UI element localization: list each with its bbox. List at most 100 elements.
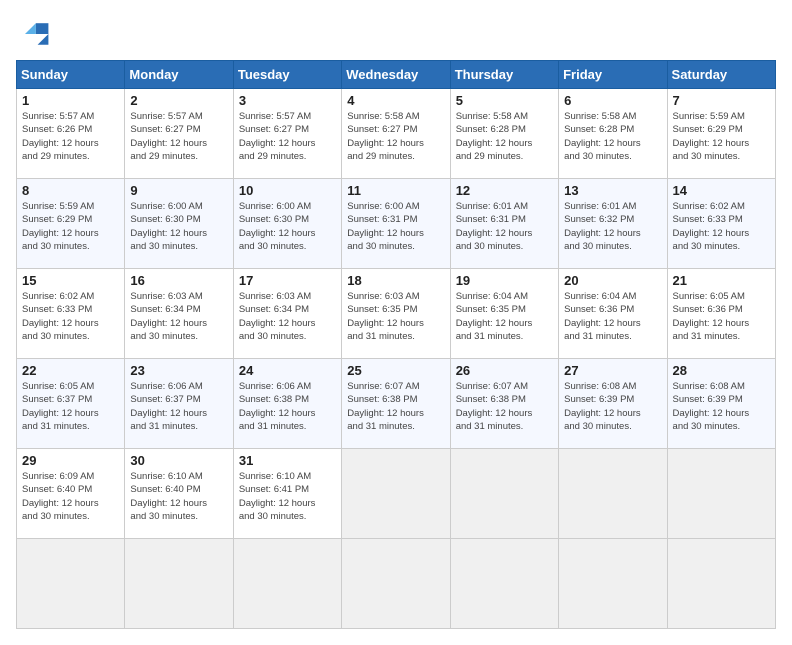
day-cell: 24 Sunrise: 6:06 AM Sunset: 6:38 PM Dayli…	[233, 359, 341, 449]
day-number: 8	[22, 183, 119, 198]
day-cell: 2Sunrise: 5:57 AM Sunset: 6:27 PM Daylig…	[125, 89, 233, 179]
day-info: Sunrise: 6:03 AM Sunset: 6:34 PM Dayligh…	[130, 290, 227, 343]
empty-cell	[450, 449, 558, 539]
day-number: 17	[239, 273, 336, 288]
day-cell: 27 Sunrise: 6:08 AM Sunset: 6:39 PM Dayli…	[559, 359, 667, 449]
day-info: Sunrise: 5:59 AM Sunset: 6:29 PM Dayligh…	[673, 110, 770, 163]
day-info: Sunrise: 5:58 AM Sunset: 6:27 PM Dayligh…	[347, 110, 444, 163]
day-number: 27	[564, 363, 661, 378]
day-number: 29	[22, 453, 119, 468]
day-info: Sunrise: 6:00 AM Sunset: 6:30 PM Dayligh…	[239, 200, 336, 253]
day-number: 9	[130, 183, 227, 198]
day-cell: 8 Sunrise: 5:59 AM Sunset: 6:29 PM Daylig…	[17, 179, 125, 269]
empty-cell	[125, 539, 233, 629]
day-cell: 26 Sunrise: 6:07 AM Sunset: 6:38 PM Dayli…	[450, 359, 558, 449]
day-number: 14	[673, 183, 770, 198]
day-cell: 28 Sunrise: 6:08 AM Sunset: 6:39 PM Dayli…	[667, 359, 775, 449]
day-info: Sunrise: 6:08 AM Sunset: 6:39 PM Dayligh…	[564, 380, 661, 433]
weekday-header-monday: Monday	[125, 61, 233, 89]
day-number: 22	[22, 363, 119, 378]
day-cell: 25 Sunrise: 6:07 AM Sunset: 6:38 PM Dayli…	[342, 359, 450, 449]
empty-cell	[450, 539, 558, 629]
day-number: 21	[673, 273, 770, 288]
logo-icon	[16, 16, 52, 52]
day-cell: 4 Sunrise: 5:58 AM Sunset: 6:27 PM Daylig…	[342, 89, 450, 179]
day-info: Sunrise: 6:00 AM Sunset: 6:30 PM Dayligh…	[130, 200, 227, 253]
day-number: 31	[239, 453, 336, 468]
empty-cell	[559, 449, 667, 539]
day-info: Sunrise: 6:03 AM Sunset: 6:34 PM Dayligh…	[239, 290, 336, 343]
day-number: 16	[130, 273, 227, 288]
weekday-header-tuesday: Tuesday	[233, 61, 341, 89]
empty-cell	[667, 449, 775, 539]
day-info: Sunrise: 6:03 AM Sunset: 6:35 PM Dayligh…	[347, 290, 444, 343]
day-number: 15	[22, 273, 119, 288]
day-info: Sunrise: 6:02 AM Sunset: 6:33 PM Dayligh…	[22, 290, 119, 343]
day-info: Sunrise: 6:07 AM Sunset: 6:38 PM Dayligh…	[456, 380, 553, 433]
day-number: 20	[564, 273, 661, 288]
calendar-week-row: 15 Sunrise: 6:02 AM Sunset: 6:33 PM Dayli…	[17, 269, 776, 359]
empty-cell	[342, 539, 450, 629]
day-cell: 15 Sunrise: 6:02 AM Sunset: 6:33 PM Dayli…	[17, 269, 125, 359]
day-number: 1	[22, 93, 119, 108]
day-cell: 10 Sunrise: 6:00 AM Sunset: 6:30 PM Dayli…	[233, 179, 341, 269]
day-info: Sunrise: 6:04 AM Sunset: 6:35 PM Dayligh…	[456, 290, 553, 343]
day-cell: 31 Sunrise: 6:10 AM Sunset: 6:41 PM Dayli…	[233, 449, 341, 539]
day-number: 6	[564, 93, 661, 108]
day-cell: 14 Sunrise: 6:02 AM Sunset: 6:33 PM Dayli…	[667, 179, 775, 269]
day-number: 13	[564, 183, 661, 198]
day-info: Sunrise: 6:10 AM Sunset: 6:40 PM Dayligh…	[130, 470, 227, 523]
day-cell: 30 Sunrise: 6:10 AM Sunset: 6:40 PM Dayli…	[125, 449, 233, 539]
day-cell: 17 Sunrise: 6:03 AM Sunset: 6:34 PM Dayli…	[233, 269, 341, 359]
day-number: 18	[347, 273, 444, 288]
day-cell: 13 Sunrise: 6:01 AM Sunset: 6:32 PM Dayli…	[559, 179, 667, 269]
day-info: Sunrise: 5:57 AM Sunset: 6:27 PM Dayligh…	[239, 110, 336, 163]
day-info: Sunrise: 6:10 AM Sunset: 6:41 PM Dayligh…	[239, 470, 336, 523]
day-info: Sunrise: 6:02 AM Sunset: 6:33 PM Dayligh…	[673, 200, 770, 253]
day-info: Sunrise: 6:07 AM Sunset: 6:38 PM Dayligh…	[347, 380, 444, 433]
calendar-week-row: 8 Sunrise: 5:59 AM Sunset: 6:29 PM Daylig…	[17, 179, 776, 269]
day-info: Sunrise: 6:06 AM Sunset: 6:37 PM Dayligh…	[130, 380, 227, 433]
day-number: 2	[130, 93, 227, 108]
day-cell: 5 Sunrise: 5:58 AM Sunset: 6:28 PM Daylig…	[450, 89, 558, 179]
day-number: 25	[347, 363, 444, 378]
day-info: Sunrise: 6:05 AM Sunset: 6:37 PM Dayligh…	[22, 380, 119, 433]
empty-cell	[559, 539, 667, 629]
day-cell: 18 Sunrise: 6:03 AM Sunset: 6:35 PM Dayli…	[342, 269, 450, 359]
logo	[16, 16, 56, 52]
day-cell: 23 Sunrise: 6:06 AM Sunset: 6:37 PM Dayli…	[125, 359, 233, 449]
day-cell: 11Sunrise: 6:00 AM Sunset: 6:31 PM Dayli…	[342, 179, 450, 269]
empty-cell	[667, 539, 775, 629]
day-cell: 3Sunrise: 5:57 AM Sunset: 6:27 PM Daylig…	[233, 89, 341, 179]
day-info: Sunrise: 6:00 AM Sunset: 6:31 PM Dayligh…	[347, 200, 444, 253]
day-cell: 12Sunrise: 6:01 AM Sunset: 6:31 PM Dayli…	[450, 179, 558, 269]
day-number: 26	[456, 363, 553, 378]
day-info: Sunrise: 6:05 AM Sunset: 6:36 PM Dayligh…	[673, 290, 770, 343]
day-cell: 16 Sunrise: 6:03 AM Sunset: 6:34 PM Dayli…	[125, 269, 233, 359]
weekday-header-friday: Friday	[559, 61, 667, 89]
day-cell: 9 Sunrise: 6:00 AM Sunset: 6:30 PM Daylig…	[125, 179, 233, 269]
day-number: 30	[130, 453, 227, 468]
calendar-table: SundayMondayTuesdayWednesdayThursdayFrid…	[16, 60, 776, 629]
day-number: 12	[456, 183, 553, 198]
day-info: Sunrise: 6:09 AM Sunset: 6:40 PM Dayligh…	[22, 470, 119, 523]
day-info: Sunrise: 6:08 AM Sunset: 6:39 PM Dayligh…	[673, 380, 770, 433]
day-number: 4	[347, 93, 444, 108]
day-info: Sunrise: 6:01 AM Sunset: 6:32 PM Dayligh…	[564, 200, 661, 253]
empty-cell	[17, 539, 125, 629]
day-number: 5	[456, 93, 553, 108]
day-info: Sunrise: 6:04 AM Sunset: 6:36 PM Dayligh…	[564, 290, 661, 343]
day-number: 24	[239, 363, 336, 378]
weekday-header-saturday: Saturday	[667, 61, 775, 89]
day-number: 28	[673, 363, 770, 378]
day-info: Sunrise: 5:58 AM Sunset: 6:28 PM Dayligh…	[456, 110, 553, 163]
day-cell: 22 Sunrise: 6:05 AM Sunset: 6:37 PM Dayli…	[17, 359, 125, 449]
weekday-header-wednesday: Wednesday	[342, 61, 450, 89]
day-info: Sunrise: 5:57 AM Sunset: 6:26 PM Dayligh…	[22, 110, 119, 163]
day-cell: 20 Sunrise: 6:04 AM Sunset: 6:36 PM Dayli…	[559, 269, 667, 359]
calendar-week-row: 29 Sunrise: 6:09 AM Sunset: 6:40 PM Dayli…	[17, 449, 776, 539]
day-number: 10	[239, 183, 336, 198]
day-info: Sunrise: 6:06 AM Sunset: 6:38 PM Dayligh…	[239, 380, 336, 433]
day-number: 23	[130, 363, 227, 378]
day-info: Sunrise: 5:59 AM Sunset: 6:29 PM Dayligh…	[22, 200, 119, 253]
